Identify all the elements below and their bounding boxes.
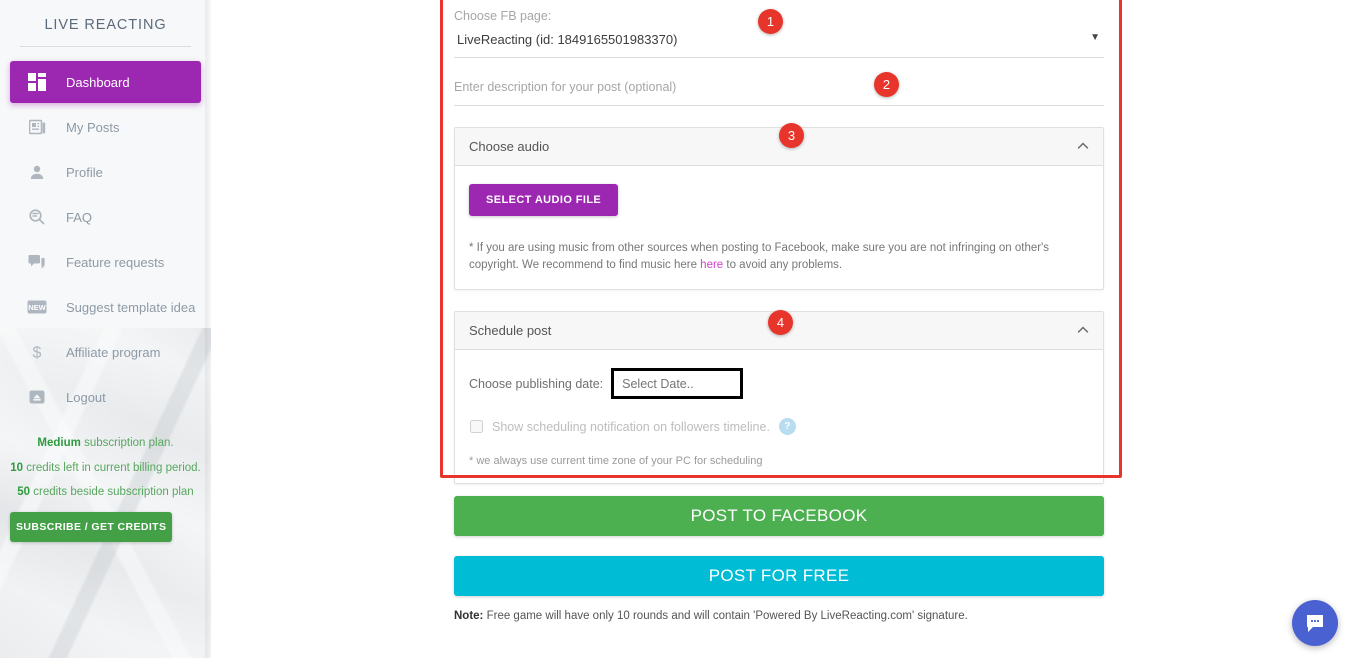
chat-widget-button[interactable] (1292, 600, 1338, 646)
plan-line: Medium subscription plan. (0, 437, 211, 450)
find-music-here-link[interactable]: here (700, 259, 723, 271)
audio-note-part2: to avoid any problems. (723, 258, 843, 271)
credits-summary: Medium subscription plan. 10 credits lef… (0, 437, 211, 542)
annotation-badge-2: 2 (874, 72, 899, 97)
fb-page-select[interactable]: LiveReacting (id: 1849165501983370) ▼ (454, 31, 1104, 58)
credits-remaining-suffix: credits left in current billing period. (23, 461, 201, 474)
post-form: Choose FB page: LiveReacting (id: 184916… (454, 9, 1104, 485)
credits-extra-line: 50 credits beside subscription plan (0, 486, 211, 499)
choose-audio-panel-body: SELECT AUDIO FILE * If you are using mus… (455, 166, 1103, 289)
timezone-note: * we always use current time zone of you… (469, 455, 763, 468)
chevron-up-icon[interactable] (1077, 140, 1089, 152)
app-brand-title: LIVE REACTING (44, 17, 167, 33)
sidebar-item-logout[interactable]: Logout (10, 376, 201, 418)
schedule-post-panel-body: Choose publishing date: Show scheduling … (455, 350, 1103, 483)
audio-copyright-note: * If you are using music from other sour… (469, 240, 1089, 273)
action-buttons: POST TO FACEBOOK POST FOR FREE Note: Fre… (454, 496, 1104, 622)
sidebar: LIVE REACTING Dashboard My Posts Profile (0, 0, 211, 658)
main-content: Choose FB page: LiveReacting (id: 184916… (211, 0, 1350, 658)
articles-icon (26, 116, 48, 138)
sidebar-item-label: Feature requests (66, 254, 165, 270)
person-icon (26, 161, 48, 183)
post-to-facebook-button[interactable]: POST TO FACEBOOK (454, 496, 1104, 536)
logout-icon (26, 386, 48, 408)
publishing-date-label: Choose publishing date: (469, 376, 604, 391)
publishing-date-input[interactable] (611, 368, 744, 400)
sidebar-edge-shadow (205, 0, 211, 658)
subscribe-get-credits-button[interactable]: SUBSCRIBE / GET CREDITS (10, 511, 173, 542)
sidebar-item-faq[interactable]: FAQ (10, 196, 201, 238)
chevron-down-icon: ▼ (1090, 32, 1100, 43)
sidebar-item-label: Logout (66, 389, 106, 405)
svg-text:$: $ (33, 345, 42, 362)
credits-remaining-line: 10 credits left in current billing perio… (0, 461, 211, 475)
plan-name: Medium (37, 437, 81, 449)
annotation-badge-1: 1 (758, 9, 783, 34)
fb-page-selected-value: LiveReacting (id: 1849165501983370) (457, 32, 678, 47)
free-post-note: Note: Free game will have only 10 rounds… (454, 610, 1104, 622)
new-badge-icon: NEW (26, 296, 48, 318)
dollar-icon: $ (26, 341, 48, 363)
schedule-post-title: Schedule post (469, 323, 552, 339)
sidebar-item-label: Profile (66, 164, 103, 180)
credits-extra-count: 50 (17, 486, 31, 498)
plan-suffix: subscription plan. (80, 437, 174, 449)
description-placeholder: Enter description for your post (optiona… (454, 80, 677, 94)
dashboard-grid-icon (26, 71, 48, 93)
chevron-up-icon[interactable] (1077, 324, 1089, 336)
sidebar-item-label: My Posts (66, 119, 120, 135)
sidebar-item-profile[interactable]: Profile (10, 151, 201, 193)
credits-remaining-count: 10 (10, 461, 24, 474)
select-audio-file-button[interactable]: SELECT AUDIO FILE (469, 184, 619, 216)
sidebar-divider (20, 46, 191, 47)
scheduling-notification-checkbox[interactable] (470, 420, 483, 434)
annotation-badge-3: 3 (779, 123, 804, 148)
credits-extra-suffix: credits beside subscription plan (30, 486, 194, 498)
scheduling-notification-row: Show scheduling notification on follower… (469, 418, 1089, 436)
chat-bubbles-icon (26, 251, 48, 273)
choose-audio-panel: Choose audio SELECT AUDIO FILE * If you … (454, 127, 1104, 291)
schedule-post-panel: Schedule post Choose publishing date: Sh… (454, 311, 1104, 485)
sidebar-item-affiliate-program[interactable]: $ Affiliate program (10, 331, 201, 373)
sidebar-item-label: FAQ (66, 209, 93, 225)
post-for-free-button[interactable]: POST FOR FREE (454, 556, 1104, 596)
faq-search-icon (26, 206, 48, 228)
free-post-note-text: Free game will have only 10 rounds and w… (483, 610, 968, 622)
sidebar-item-feature-requests[interactable]: Feature requests (10, 241, 201, 283)
sidebar-item-suggest-template-idea[interactable]: NEW Suggest template idea (10, 286, 201, 328)
sidebar-item-label: Affiliate program (66, 344, 161, 360)
scheduling-notification-label: Show scheduling notification on follower… (492, 419, 770, 434)
svg-text:NEW: NEW (28, 303, 46, 312)
free-post-note-prefix: Note: (454, 610, 484, 622)
help-question-icon[interactable]: ? (778, 418, 796, 436)
publishing-date-row: Choose publishing date: (469, 368, 1089, 400)
chat-bubble-icon (1307, 615, 1323, 632)
description-field[interactable]: Enter description for your post (optiona… (454, 78, 1104, 106)
choose-audio-title: Choose audio (469, 139, 550, 154)
annotation-badge-4: 4 (768, 310, 793, 335)
sidebar-item-my-posts[interactable]: My Posts (10, 106, 201, 148)
sidebar-item-label: Dashboard (66, 74, 130, 90)
sidebar-item-label: Suggest template idea (66, 299, 196, 315)
sidebar-item-dashboard[interactable]: Dashboard (10, 61, 201, 103)
